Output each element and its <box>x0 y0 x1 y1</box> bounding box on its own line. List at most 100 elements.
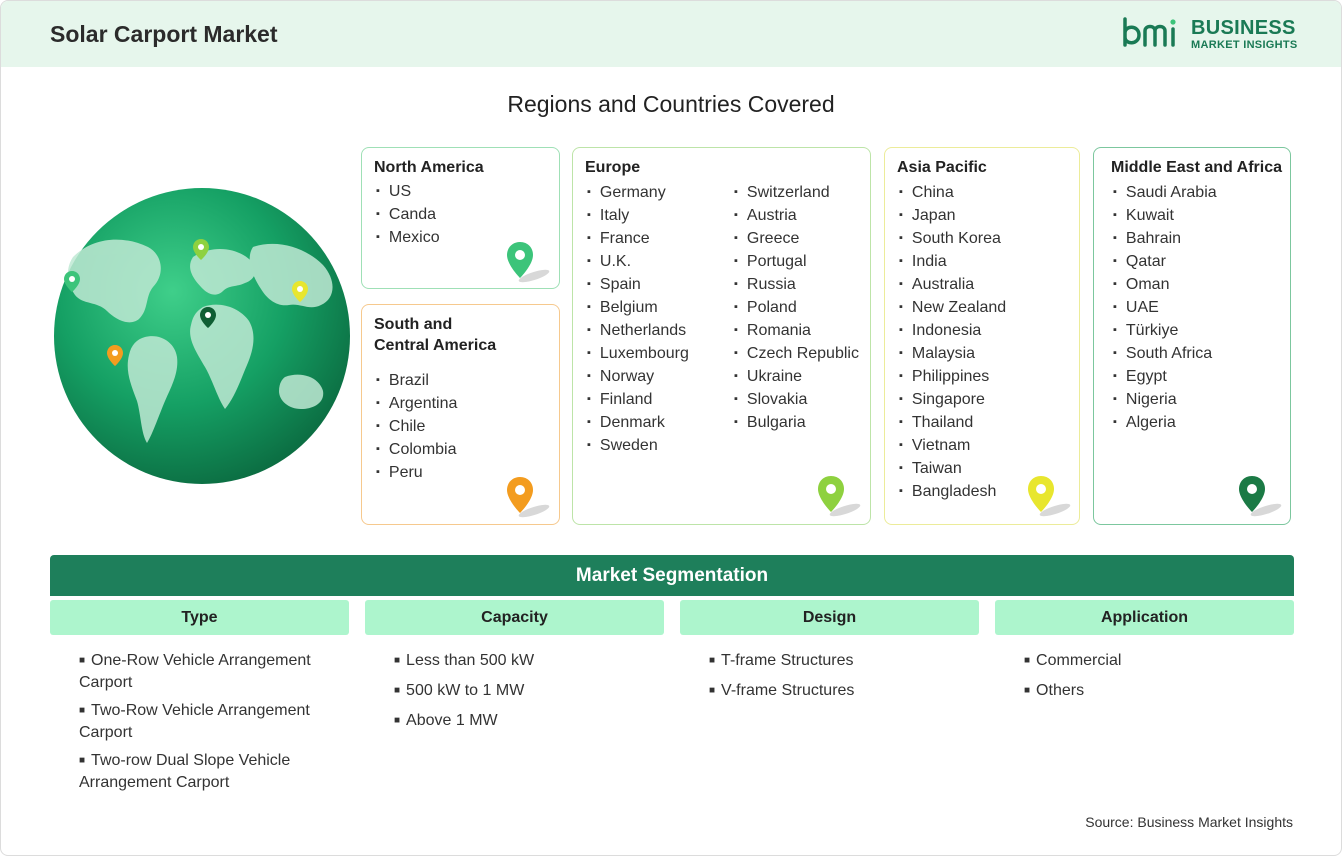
region-title: Middle East and Africa <box>1111 159 1282 176</box>
region-title-line2: Central America <box>374 337 497 354</box>
logo-text-business: BUSINESS <box>1191 17 1296 39</box>
list-item: Above 1 MW <box>394 711 659 733</box>
list-item: Greece <box>734 228 859 251</box>
segment-list-type: One-Row Vehicle Arrangement Carport Two-… <box>79 651 344 801</box>
location-pin-icon <box>1028 476 1071 517</box>
list-item: Kuwait <box>1113 205 1217 228</box>
bmi-logo-icon <box>1123 17 1176 47</box>
list-item: Denmark <box>587 412 689 435</box>
list-item: Bahrain <box>1113 228 1217 251</box>
list-item: Nigeria <box>1113 389 1217 412</box>
list-item: Japan <box>899 205 1006 228</box>
list-item: Algeria <box>1113 412 1217 435</box>
country-list: Saudi Arabia Kuwait Bahrain Qatar Oman U… <box>1113 182 1217 435</box>
region-card-europe: Europe Germany Italy France U.K. Spain B… <box>572 147 871 525</box>
list-item: South Africa <box>1113 343 1217 366</box>
region-title: South and Central America <box>374 314 496 356</box>
list-item: Mexico <box>376 227 440 250</box>
list-item: Poland <box>734 297 859 320</box>
list-item: Belgium <box>587 297 689 320</box>
list-item: 500 kW to 1 MW <box>394 681 659 703</box>
country-list: Brazil Argentina Chile Colombia Peru <box>376 370 458 485</box>
country-list: US Canda Mexico <box>376 181 440 250</box>
list-item: Switzerland <box>734 182 859 205</box>
list-item: UAE <box>1113 297 1217 320</box>
brand-logo: BUSINESS MARKET INSIGHTS <box>1121 15 1301 55</box>
segment-header-type: Type <box>50 600 349 635</box>
segment-list-design: T-frame Structures V-frame Structures <box>709 651 974 711</box>
segment-list-application: Commercial Others <box>1024 651 1289 711</box>
list-item: Peru <box>376 462 457 485</box>
list-item: Austria <box>734 205 859 228</box>
list-item: Luxembourg <box>587 343 689 366</box>
list-item: Italy <box>587 205 689 228</box>
list-item: Netherlands <box>587 320 689 343</box>
list-item: Romania <box>734 320 859 343</box>
list-item: Sweden <box>587 435 689 458</box>
list-item: Canda <box>376 204 440 227</box>
list-item: Malaysia <box>899 343 1006 366</box>
list-item: Bulgaria <box>734 412 859 435</box>
list-item: South Korea <box>899 228 1006 251</box>
page-title: Solar Carport Market <box>50 21 278 47</box>
segment-header-application: Application <box>995 600 1294 635</box>
list-item: Colombia <box>376 439 457 462</box>
logo-text-market-insights: MARKET INSIGHTS <box>1191 39 1298 51</box>
country-list-col1: Germany Italy France U.K. Spain Belgium … <box>587 182 689 458</box>
list-item: Indonesia <box>899 320 1006 343</box>
list-item: U.K. <box>587 251 689 274</box>
location-pin-icon <box>507 242 550 283</box>
list-item: Two-row Dual Slope Vehicle Arrangement C… <box>79 751 344 793</box>
list-item: Egypt <box>1113 366 1217 389</box>
list-item: France <box>587 228 689 251</box>
list-item: Less than 500 kW <box>394 651 659 673</box>
list-item: Two-Row Vehicle Arrangement Carport <box>79 701 344 743</box>
list-item: Norway <box>587 366 689 389</box>
list-item: One-Row Vehicle Arrangement Carport <box>79 651 344 693</box>
region-card-south-central-america: South and Central America Brazil Argenti… <box>361 304 560 525</box>
segment-list-capacity: Less than 500 kW 500 kW to 1 MW Above 1 … <box>394 651 659 741</box>
list-item: Finland <box>587 389 689 412</box>
region-title: Asia Pacific <box>897 159 987 176</box>
list-item: Taiwan <box>899 458 1006 481</box>
location-pin-icon <box>1239 476 1282 517</box>
list-item: Chile <box>376 416 457 439</box>
list-item: Philippines <box>899 366 1006 389</box>
list-item: Argentina <box>376 393 458 416</box>
region-card-north-america: North America US Canda Mexico <box>361 147 560 289</box>
list-item: China <box>899 182 1006 205</box>
list-item: Ukraine <box>734 366 859 389</box>
list-item: Bangladesh <box>899 481 1006 504</box>
list-item: Brazil <box>376 370 457 393</box>
globe-icon <box>54 188 350 484</box>
list-item: Saudi Arabia <box>1113 182 1217 205</box>
list-item: Spain <box>587 274 689 297</box>
region-title: North America <box>374 159 484 176</box>
list-item: V-frame Structures <box>709 681 974 703</box>
list-item: Czech Republic <box>734 343 859 366</box>
region-card-middle-east-africa: Middle East and Africa Saudi Arabia Kuwa… <box>1093 147 1291 525</box>
segment-header-capacity: Capacity <box>365 600 664 635</box>
regions-title: Regions and Countries Covered <box>507 91 835 117</box>
list-item: US <box>376 181 440 204</box>
list-item: Australia <box>899 274 1006 297</box>
list-item: Commercial <box>1024 651 1289 673</box>
list-item: Singapore <box>899 389 1006 412</box>
country-list-col2: Switzerland Austria Greece Portugal Russ… <box>734 182 859 435</box>
list-item: Portugal <box>734 251 859 274</box>
list-item: Oman <box>1113 274 1217 297</box>
segmentation-title: Market Segmentation <box>50 555 1294 596</box>
list-item: Vietnam <box>899 435 1006 458</box>
list-item: T-frame Structures <box>709 651 974 673</box>
country-list: China Japan South Korea India Australia … <box>899 182 1006 504</box>
region-card-asia-pacific: Asia Pacific China Japan South Korea Ind… <box>884 147 1080 525</box>
location-pin-icon <box>507 477 550 518</box>
list-item: Qatar <box>1113 251 1217 274</box>
list-item: Others <box>1024 681 1289 703</box>
list-item: India <box>899 251 1006 274</box>
segment-header-design: Design <box>680 600 979 635</box>
location-pin-icon <box>818 476 861 517</box>
list-item: Germany <box>587 182 689 205</box>
list-item: Türkiye <box>1113 320 1217 343</box>
list-item: New Zealand <box>899 297 1006 320</box>
